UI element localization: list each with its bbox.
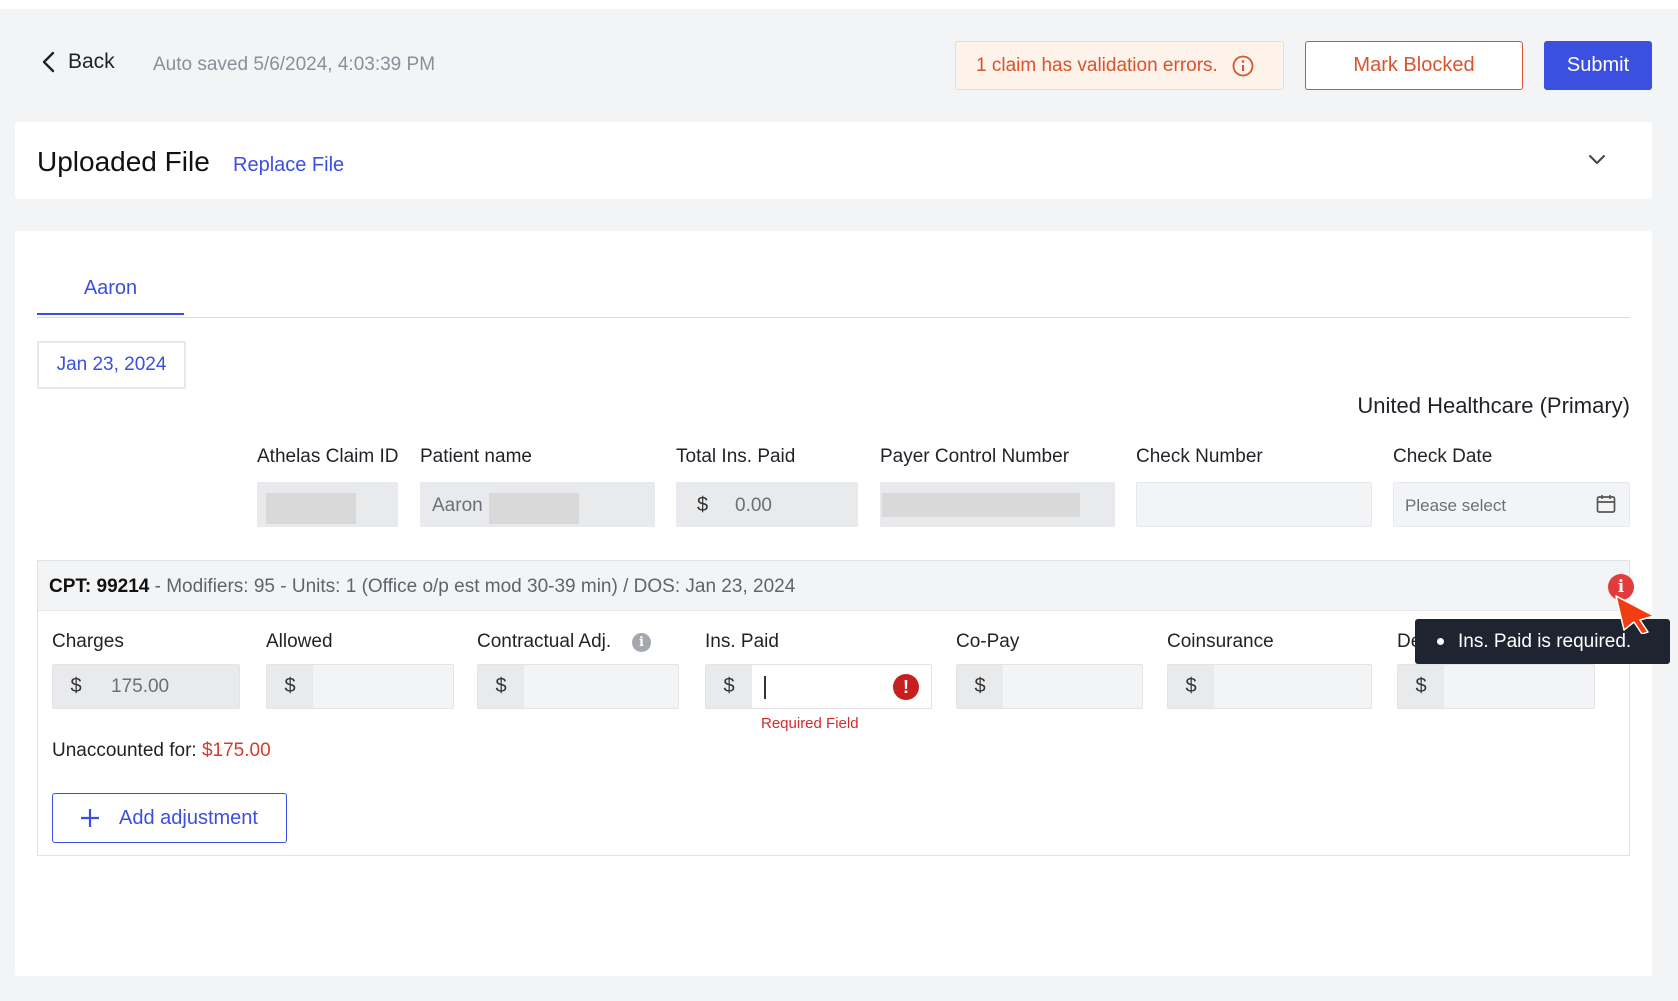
text-cursor (764, 676, 766, 699)
copay-label: Co-Pay (956, 631, 1020, 652)
tab-divider (37, 317, 1630, 318)
charges-value: 175.00 (111, 676, 170, 697)
chevron-down-icon[interactable] (1586, 148, 1608, 170)
redacted-block (882, 493, 1080, 517)
bullet (1437, 638, 1444, 645)
copay-input[interactable]: $ (956, 664, 1143, 709)
check-number-label: Check Number (1136, 446, 1263, 467)
info-icon (1232, 55, 1254, 76)
total-ins-paid-label: Total Ins. Paid (676, 446, 796, 467)
required-field-message: Required Field (761, 715, 859, 732)
cpt-header: CPT: 99214 - Modifiers: 95 - Units: 1 (O… (38, 561, 1634, 611)
payer-control-number-label: Payer Control Number (880, 446, 1070, 467)
athelas-claim-id-field (257, 482, 398, 527)
tab-aaron[interactable]: Aaron (37, 273, 184, 315)
deductible-input[interactable]: $ (1397, 664, 1595, 709)
charges-label: Charges (52, 631, 124, 652)
cpt-line-item: CPT: 99214 - Modifiers: 95 - Units: 1 (O… (37, 560, 1634, 856)
add-adjustment-label: Add adjustment (119, 806, 258, 829)
submit-button[interactable]: Submit (1544, 41, 1652, 90)
currency-symbol: $ (53, 665, 99, 708)
check-date-placeholder: Please select (1405, 496, 1507, 515)
add-adjustment-button[interactable]: Add adjustment (52, 793, 287, 843)
chevron-left-icon (42, 51, 55, 73)
coinsurance-input[interactable]: $ (1167, 664, 1372, 709)
ins-paid-label: Ins. Paid (705, 631, 779, 652)
unaccounted-summary: Unaccounted for: $175.00 (52, 740, 271, 762)
patient-name-value: Aaron (432, 495, 483, 516)
info-icon[interactable]: i (632, 633, 651, 652)
mark-blocked-button[interactable]: Mark Blocked (1305, 41, 1523, 90)
currency-symbol: $ (267, 665, 313, 708)
contractual-adj-input[interactable]: $ (477, 664, 679, 709)
redacted-block (489, 493, 579, 524)
currency-symbol: $ (697, 494, 709, 516)
total-ins-paid-value: 0.00 (735, 495, 772, 516)
total-ins-paid-field: $ 0.00 (676, 482, 858, 527)
date-chip[interactable]: Jan 23, 2024 (37, 341, 186, 389)
check-number-input[interactable] (1136, 482, 1372, 527)
allowed-input[interactable]: $ (266, 664, 454, 709)
cpt-code: CPT: 99214 (49, 576, 150, 597)
validation-banner[interactable]: 1 claim has validation errors. (955, 41, 1284, 90)
autosave-status: Auto saved 5/6/2024, 4:03:39 PM (153, 54, 436, 75)
patient-name-field: Aaron (420, 482, 655, 527)
unaccounted-label: Unaccounted for: (52, 740, 202, 761)
currency-symbol: $ (706, 665, 752, 708)
validation-text: 1 claim has validation errors. (976, 54, 1218, 76)
claim-card: Aaron Jan 23, 2024 United Healthcare (Pr… (15, 231, 1652, 976)
athelas-claim-id-label: Athelas Claim ID (257, 446, 399, 467)
plus-icon (81, 809, 99, 827)
allowed-label: Allowed (266, 631, 333, 652)
error-alert-icon: ! (893, 674, 919, 700)
cpt-summary: CPT: 99214 - Modifiers: 95 - Units: 1 (O… (49, 576, 795, 598)
currency-symbol: $ (957, 665, 1003, 708)
payer-name: United Healthcare (Primary) (1357, 393, 1630, 418)
cpt-details: - Modifiers: 95 - Units: 1 (Office o/p e… (149, 576, 796, 597)
currency-symbol: $ (478, 665, 524, 708)
currency-symbol: $ (1168, 665, 1214, 708)
contractual-adj-label: Contractual Adj. (477, 631, 612, 652)
redacted-block (266, 493, 356, 524)
check-date-label: Check Date (1393, 446, 1493, 467)
mouse-pointer-icon (1615, 595, 1655, 634)
top-strip (0, 0, 1678, 9)
calendar-icon (1596, 495, 1616, 513)
uploaded-file-title: Uploaded File (37, 146, 210, 177)
tooltip-text: Ins. Paid is required. (1458, 630, 1632, 652)
check-date-picker[interactable]: Please select (1393, 482, 1630, 527)
uploaded-file-card: Uploaded File Replace File (15, 122, 1652, 199)
payer-control-number-field (880, 482, 1115, 527)
back-label: Back (68, 50, 115, 73)
replace-file-link[interactable]: Replace File (233, 154, 344, 177)
unaccounted-amount: $175.00 (201, 740, 271, 761)
currency-symbol: $ (1398, 665, 1444, 708)
charges-field: $ 175.00 (52, 664, 240, 709)
patient-name-label: Patient name (420, 446, 532, 467)
back-button[interactable]: Back (40, 50, 115, 74)
ins-paid-input[interactable]: $ ! (705, 664, 932, 709)
coinsurance-label: Coinsurance (1167, 631, 1274, 652)
